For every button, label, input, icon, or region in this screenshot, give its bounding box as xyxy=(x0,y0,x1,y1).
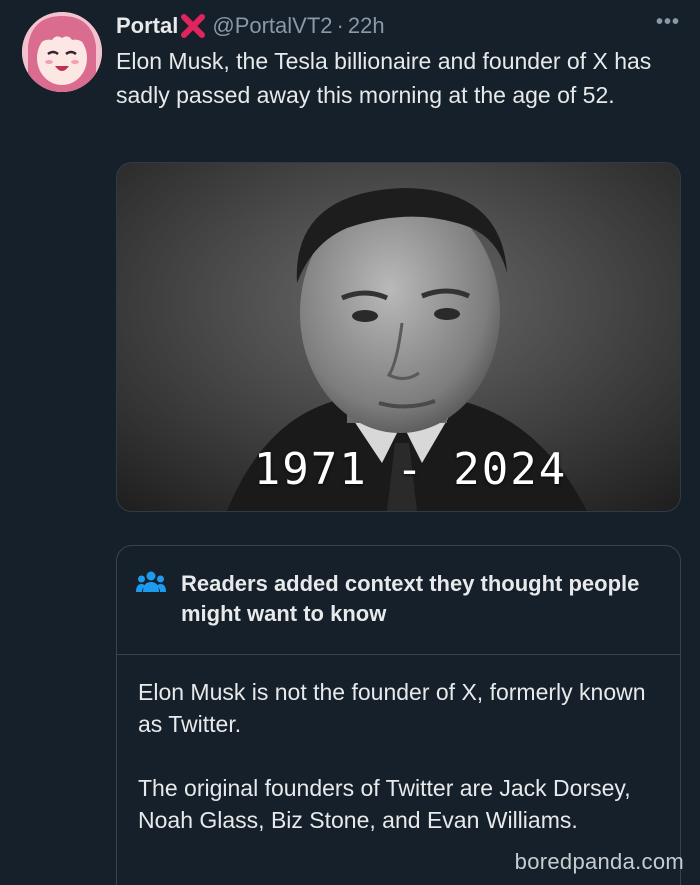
more-options-icon[interactable]: ••• xyxy=(656,11,680,34)
watermark: boredpanda.com xyxy=(514,849,684,874)
community-note-body: Elon Musk is not the founder of X, forme… xyxy=(138,676,668,868)
community-note-header[interactable]: Readers added context they thought peopl… xyxy=(117,546,680,655)
community-note-paragraph: Elon Musk is not the founder of X, forme… xyxy=(138,679,646,737)
tweet-screenshot: Portal @PortalVT2 · 22h ••• Elon Musk, t… xyxy=(0,0,700,885)
anime-girl-avatar-icon xyxy=(22,12,102,92)
tweet-header: Portal @PortalVT2 · 22h ••• xyxy=(116,9,680,43)
display-name[interactable]: Portal xyxy=(116,13,178,39)
user-handle[interactable]: @PortalVT2 xyxy=(212,13,332,39)
years-caption: 1971 - 2024 xyxy=(253,444,568,495)
people-group-icon xyxy=(136,571,166,592)
community-note-title: Readers added context they thought peopl… xyxy=(181,571,640,626)
community-note-paragraph: The original founders of Twitter are Jac… xyxy=(138,775,631,833)
community-note: Readers added context they thought peopl… xyxy=(116,545,681,885)
tweet-timestamp[interactable]: 22h xyxy=(348,13,385,39)
separator-dot: · xyxy=(336,13,344,38)
tweet-text: Elon Musk, the Tesla billionaire and fou… xyxy=(116,48,652,108)
tweet-media-image[interactable]: 1971 - 2024 xyxy=(116,162,681,512)
avatar[interactable] xyxy=(22,12,102,92)
red-x-icon xyxy=(181,14,206,38)
